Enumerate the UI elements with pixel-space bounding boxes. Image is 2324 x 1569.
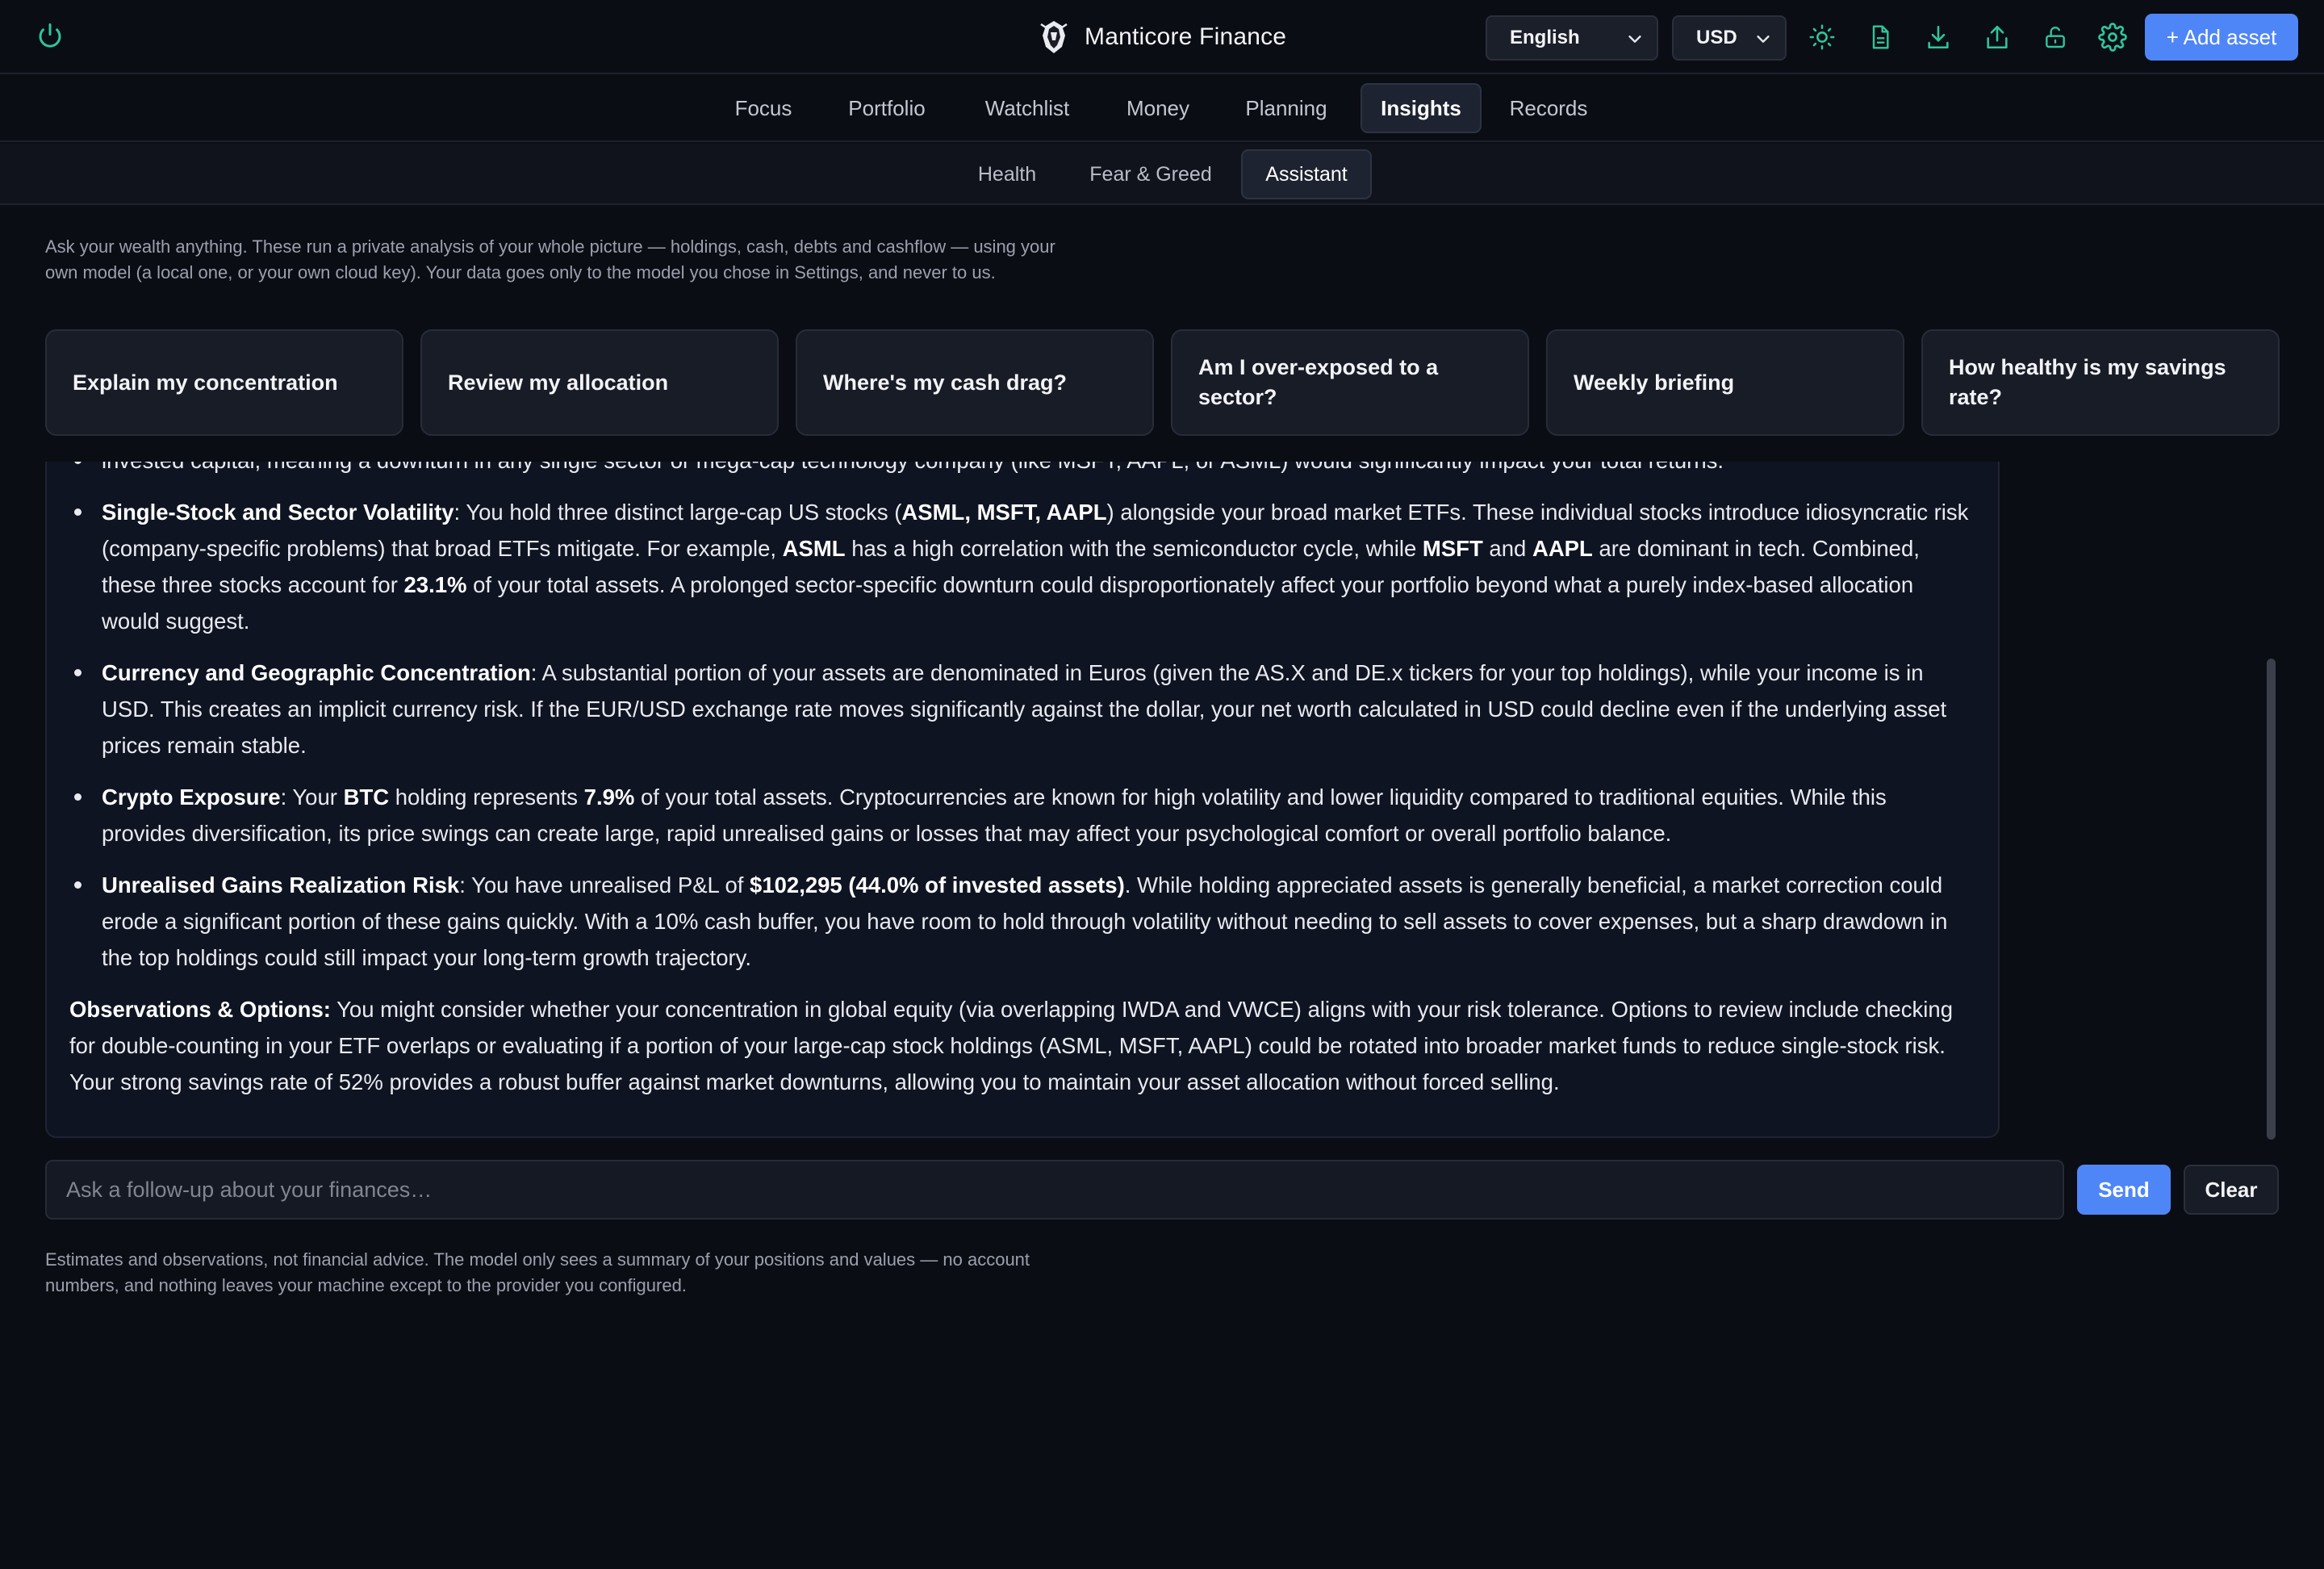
currency-value: USD <box>1696 27 1737 48</box>
bullet-text: : You hold three distinct large-cap US s… <box>454 500 902 525</box>
bullet-emphasis: 23.1% <box>403 572 467 597</box>
manticore-logo-icon <box>1038 19 1070 55</box>
prompt-explain-concentration[interactable]: Explain my concentration <box>45 329 403 436</box>
subtab-fear-greed[interactable]: Fear & Greed <box>1078 149 1223 199</box>
bullet-text: : Your <box>280 784 344 810</box>
assistant-intro: Ask your wealth anything. These run a pr… <box>45 236 1055 282</box>
answer-scrollbar-thumb[interactable] <box>2267 659 2276 1140</box>
tab-portfolio[interactable]: Portfolio <box>830 83 944 133</box>
chevron-down-icon <box>1754 30 1772 48</box>
bullet-title: Crypto Exposure <box>102 784 281 810</box>
assistant-answer-content: invested capital, meaning a downturn in … <box>69 462 1974 1100</box>
followup-input[interactable] <box>45 1160 2064 1220</box>
clear-button[interactable]: Clear <box>2184 1165 2279 1215</box>
bullet-title: Single-Stock and Sector Volatility <box>102 500 454 525</box>
main-nav: Focus Portfolio Watchlist Money Planning… <box>0 76 2324 142</box>
bullet-text: and <box>1482 536 1532 561</box>
prompt-savings-rate[interactable]: How healthy is my savings rate? <box>1921 329 2280 436</box>
sub-nav: Health Fear & Greed Assistant <box>0 144 2324 205</box>
bullet-title: Currency and Geographic Concentration <box>102 660 531 685</box>
bullet-text: has a high correlation with the semicond… <box>845 536 1423 561</box>
power-icon[interactable] <box>36 21 65 50</box>
prompt-cash-drag[interactable]: Where's my cash drag? <box>796 329 1154 436</box>
tab-focus[interactable]: Focus <box>723 83 804 133</box>
currency-select[interactable]: USD <box>1672 15 1787 61</box>
assistant-answer-panel: invested capital, meaning a downturn in … <box>45 462 2000 1138</box>
prompt-weekly-briefing[interactable]: Weekly briefing <box>1546 329 1904 436</box>
bullet-emphasis: $102,295 (44.0% of invested assets) <box>750 872 1125 897</box>
top-bar: Manticore Finance English USD + Add asse… <box>0 0 2324 74</box>
observations-text: You might consider whether your concentr… <box>69 997 1953 1094</box>
gear-icon[interactable] <box>2096 21 2129 53</box>
list-item: Unrealised Gains Realization Risk: You h… <box>69 867 1974 976</box>
bullet-text: holding represents <box>389 784 584 810</box>
subtab-assistant[interactable]: Assistant <box>1241 149 1372 199</box>
brand: Manticore Finance <box>1038 18 1286 56</box>
prompt-review-allocation[interactable]: Review my allocation <box>420 329 779 436</box>
upload-icon[interactable] <box>1981 21 2013 53</box>
list-item: Currency and Geographic Concentration: A… <box>69 655 1974 764</box>
observations-paragraph: Observations & Options: You might consid… <box>69 991 1974 1100</box>
tab-records[interactable]: Records <box>1503 83 1595 133</box>
tab-insights[interactable]: Insights <box>1361 83 1482 133</box>
document-icon[interactable] <box>1864 21 1896 53</box>
app-title: Manticore Finance <box>1085 23 1287 50</box>
observations-title: Observations & Options: <box>69 997 331 1022</box>
list-item: Single-Stock and Sector Volatility: You … <box>69 494 1974 639</box>
bullet-text: : You have unrealised P&L of <box>459 872 750 897</box>
subtab-health[interactable]: Health <box>965 149 1049 199</box>
chevron-down-icon <box>1626 30 1644 48</box>
language-value: English <box>1510 27 1580 48</box>
language-select[interactable]: English <box>1486 15 1658 61</box>
answer-lead-fragment: invested capital, meaning a downturn in … <box>69 462 1974 479</box>
send-button[interactable]: Send <box>2077 1165 2171 1215</box>
tab-money[interactable]: Money <box>1114 83 1202 133</box>
bullet-title: Unrealised Gains Realization Risk <box>102 872 460 897</box>
lock-icon[interactable] <box>2039 21 2071 53</box>
bullet-emphasis: 7.9% <box>583 784 635 810</box>
answer-list: invested capital, meaning a downturn in … <box>69 462 1974 976</box>
disclaimer: Estimates and observations, not financia… <box>45 1249 1030 1295</box>
bullet-emphasis: BTC <box>343 784 390 810</box>
list-item: Crypto Exposure: Your BTC holding repres… <box>69 779 1974 851</box>
theme-toggle-sun-icon[interactable] <box>1806 21 1838 53</box>
download-icon[interactable] <box>1922 21 1954 53</box>
bullet-emphasis: AAPL <box>1532 536 1593 561</box>
bullet-emphasis: MSFT <box>1422 536 1483 561</box>
tab-planning[interactable]: Planning <box>1228 83 1344 133</box>
bullet-emphasis: ASML, MSFT, AAPL <box>901 500 1107 525</box>
lead-fragment-text: invested capital, meaning a downturn in … <box>102 462 1724 473</box>
bullet-emphasis: ASML <box>782 536 846 561</box>
prompt-sector-exposure[interactable]: Am I over-exposed to a sector? <box>1171 329 1529 436</box>
tab-watchlist[interactable]: Watchlist <box>968 83 1086 133</box>
add-asset-button[interactable]: + Add asset <box>2145 14 2298 61</box>
